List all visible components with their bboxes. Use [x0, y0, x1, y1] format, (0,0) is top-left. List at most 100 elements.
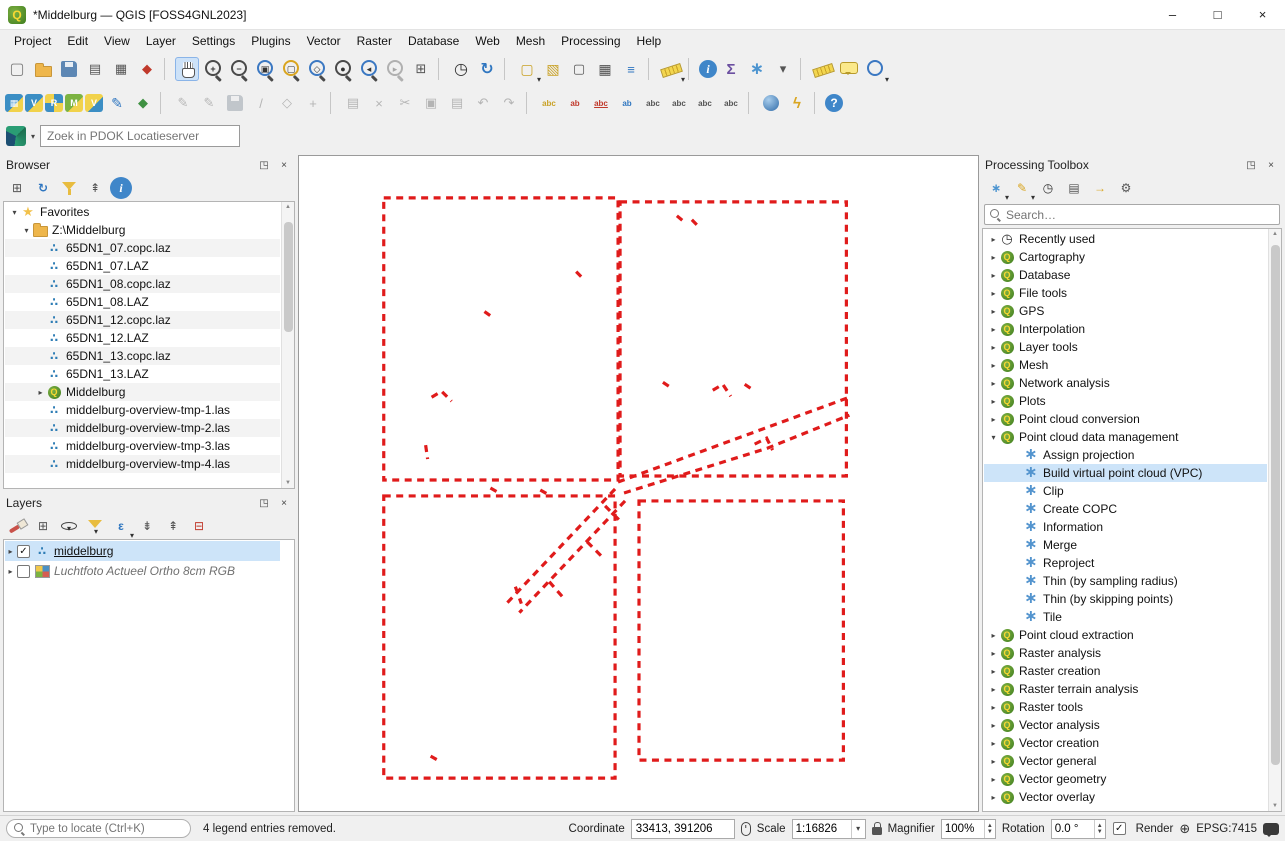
toolbox-item[interactable]: ▸ Database	[984, 266, 1267, 284]
refresh-map[interactable]: ↻	[475, 57, 499, 81]
locate-input[interactable]	[30, 823, 183, 835]
browser-item[interactable]: middelburg-overview-tmp-4.las	[5, 455, 280, 473]
spinner-arrows-icon[interactable]	[1094, 820, 1105, 838]
layer-visibility-checkbox[interactable]	[17, 545, 30, 558]
collapse-all[interactable]: ⇞	[84, 177, 106, 199]
lock-scale-icon[interactable]	[872, 827, 882, 835]
expander-icon[interactable]: ▸	[5, 567, 16, 576]
filter-by-expression[interactable]: ε	[110, 515, 132, 537]
toolbox-item[interactable]: ▸ Point cloud conversion	[984, 410, 1267, 428]
magnifier-input[interactable]	[942, 823, 984, 835]
menu-view[interactable]: View	[96, 31, 138, 51]
filter-legend[interactable]	[84, 515, 106, 537]
map-canvas[interactable]	[298, 155, 979, 812]
browser-item[interactable]: ▾ Z:\Middelburg	[5, 221, 280, 239]
deselect-all[interactable]: ▢	[567, 57, 591, 81]
browser-item[interactable]: 65DN1_12.copc.laz	[5, 311, 280, 329]
zoom-native-resolution[interactable]: ●	[331, 57, 355, 81]
current-edits[interactable]: ✎	[171, 91, 195, 115]
filter-browser[interactable]	[58, 177, 80, 199]
toolbox-item[interactable]: ▸ Vector overlay	[984, 788, 1267, 806]
pdok-search-input[interactable]	[40, 125, 240, 147]
osm-place-search[interactable]	[863, 57, 887, 81]
menu-layer[interactable]: Layer	[138, 31, 184, 51]
layout-manager[interactable]: ▦	[109, 57, 133, 81]
toggle-editing[interactable]: ✎	[197, 91, 221, 115]
scale-input[interactable]	[793, 823, 851, 835]
new-shapefile-layer[interactable]: ✎	[105, 91, 129, 115]
menu-project[interactable]: Project	[6, 31, 59, 51]
toolbox-item[interactable]: Information	[984, 518, 1267, 536]
add-feature[interactable]: ◇	[275, 91, 299, 115]
rotate-label[interactable]: abc	[693, 91, 717, 115]
open-project[interactable]	[31, 57, 55, 81]
expander-icon[interactable]: ▸	[988, 379, 999, 388]
map-tips[interactable]	[837, 57, 861, 81]
expander-icon[interactable]: ▾	[9, 208, 20, 217]
scrollbar-thumb[interactable]	[1271, 245, 1280, 765]
toolbox-search-input[interactable]	[1006, 208, 1274, 222]
expander-icon[interactable]: ▸	[988, 667, 999, 676]
toolbox-item[interactable]: ▸ File tools	[984, 284, 1267, 302]
redo[interactable]: ↷	[497, 91, 521, 115]
measure[interactable]	[659, 57, 683, 81]
processing-toolbox-toggle[interactable]: ∗	[745, 57, 769, 81]
expander-icon[interactable]: ▸	[988, 757, 999, 766]
metasearch[interactable]	[759, 91, 783, 115]
close-panel-icon[interactable]: ×	[1263, 157, 1279, 173]
toolbox-item[interactable]: ▸ Network analysis	[984, 374, 1267, 392]
extents-toggle-icon[interactable]	[741, 822, 751, 836]
expander-icon[interactable]: ▸	[988, 397, 999, 406]
browser-scrollbar[interactable]	[281, 202, 294, 488]
expander-icon[interactable]: ▸	[988, 739, 999, 748]
toolbox-item[interactable]: Assign projection	[984, 446, 1267, 464]
change-label-properties[interactable]: abc	[719, 91, 743, 115]
browser-item[interactable]: middelburg-overview-tmp-2.las	[5, 419, 280, 437]
layer-labeling-options[interactable]: abc	[537, 91, 561, 115]
new-project[interactable]: ▢	[5, 57, 29, 81]
toolbox-item[interactable]: ▸ Raster analysis	[984, 644, 1267, 662]
zoom-to-selection[interactable]: ▢	[279, 57, 303, 81]
expand-all[interactable]: ⇟	[136, 515, 158, 537]
toolbox-item[interactable]: Build virtual point cloud (VPC)	[984, 464, 1267, 482]
undo[interactable]: ↶	[471, 91, 495, 115]
toolbox-item[interactable]: ▸ Plots	[984, 392, 1267, 410]
toolbox-item[interactable]: ▸ Vector general	[984, 752, 1267, 770]
cut-features[interactable]: ✂	[393, 91, 417, 115]
toolbar-overflow[interactable]: ▾	[771, 57, 795, 81]
zoom-full-extent[interactable]: ▣	[253, 57, 277, 81]
paste-features[interactable]: ▤	[445, 91, 469, 115]
field-calculator[interactable]: ≡	[619, 57, 643, 81]
remove-layer[interactable]: ⊟	[188, 515, 210, 537]
crs-label[interactable]: EPSG:7415	[1196, 823, 1257, 835]
scale-combo[interactable]: ▾	[792, 819, 866, 839]
expander-icon[interactable]: ▸	[988, 361, 999, 370]
options[interactable]: ⚙	[1115, 177, 1137, 199]
identify-features[interactable]: i	[699, 60, 717, 78]
temporal-controller[interactable]: ◷	[449, 57, 473, 81]
vertex-tool[interactable]: +	[301, 91, 325, 115]
expander-icon[interactable]: ▸	[988, 307, 999, 316]
browser-item[interactable]: middelburg-overview-tmp-3.las	[5, 437, 280, 455]
toolbox-item[interactable]: Merge	[984, 536, 1267, 554]
browser-item[interactable]: 65DN1_12.LAZ	[5, 329, 280, 347]
rotation-spinbox[interactable]	[1051, 819, 1106, 839]
select-features[interactable]: ▢	[515, 57, 539, 81]
expander-icon[interactable]: ▸	[988, 649, 999, 658]
menu-database[interactable]: Database	[400, 31, 467, 51]
help[interactable]: ?	[825, 94, 843, 112]
zoom-to-layer[interactable]: ◇	[305, 57, 329, 81]
add-group[interactable]: ⊞	[32, 515, 54, 537]
menu-web[interactable]: Web	[467, 31, 507, 51]
menu-raster[interactable]: Raster	[349, 31, 400, 51]
toolbox-item[interactable]: ▸ Vector analysis	[984, 716, 1267, 734]
maximize-button[interactable]: □	[1195, 0, 1240, 29]
layer-diagram-options[interactable]: ab	[563, 91, 587, 115]
add-raster-layer[interactable]: R	[45, 94, 63, 112]
show-hide-labels[interactable]: abc	[641, 91, 665, 115]
browser-item[interactable]: 65DN1_07.LAZ	[5, 257, 280, 275]
history[interactable]: ◷	[1037, 177, 1059, 199]
modify-attributes[interactable]: ▤	[341, 91, 365, 115]
toolbox-item[interactable]: ▸ Recently used	[984, 230, 1267, 248]
zoom-out[interactable]: −	[227, 57, 251, 81]
